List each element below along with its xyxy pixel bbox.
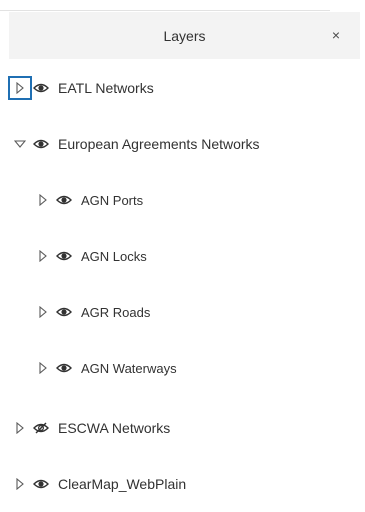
eye-icon (33, 479, 49, 489)
eye-icon (33, 139, 49, 149)
layer-label: AGN Locks (81, 248, 147, 264)
eye-off-icon (33, 422, 49, 434)
caret-down-icon (14, 140, 26, 148)
layer-label: AGR Roads (81, 304, 151, 320)
caret-right-icon (39, 250, 47, 262)
visibility-toggle[interactable] (33, 82, 49, 94)
visibility-toggle[interactable] (33, 138, 49, 150)
close-icon: × (331, 27, 341, 43)
layer-item-agn-locks[interactable]: AGN Locks (36, 244, 147, 268)
caret-right-icon (39, 306, 47, 318)
layer-item-agn-waterways[interactable]: AGN Waterways (36, 356, 177, 380)
expand-toggle[interactable] (36, 305, 50, 319)
layers-panel-header: Layers × (9, 12, 360, 59)
caret-right-icon (39, 194, 47, 206)
expand-toggle[interactable] (13, 421, 27, 435)
layer-label: AGN Waterways (81, 360, 177, 376)
expand-toggle[interactable] (36, 193, 50, 207)
layer-item-agn-ports[interactable]: AGN Ports (36, 188, 143, 212)
layer-label: AGN Ports (81, 192, 144, 208)
visibility-toggle[interactable] (56, 250, 72, 262)
eye-icon (56, 363, 72, 373)
layer-label: ClearMap_WebPlain (58, 476, 187, 492)
eye-icon (56, 195, 72, 205)
caret-right-icon (16, 478, 24, 490)
caret-right-icon (16, 422, 24, 434)
expand-toggle[interactable] (36, 249, 50, 263)
expand-toggle[interactable] (13, 477, 27, 491)
layer-item-agr-roads[interactable]: AGR Roads (36, 300, 150, 324)
top-strip (0, 0, 365, 10)
caret-right-icon (39, 362, 47, 374)
visibility-toggle[interactable] (33, 478, 49, 490)
top-divider (0, 10, 330, 11)
layer-item-escwa-networks[interactable]: ESCWA Networks (13, 416, 170, 440)
eye-icon (56, 251, 72, 261)
layer-label: EATL Networks (58, 80, 154, 96)
visibility-toggle[interactable] (56, 194, 72, 206)
caret-right-icon (16, 82, 24, 94)
panel-title: Layers (163, 27, 206, 44)
layer-item-european-agreements-networks[interactable]: European Agreements Networks (13, 132, 260, 156)
visibility-toggle[interactable] (56, 362, 72, 374)
layer-item-clearmap-webplain[interactable]: ClearMap_WebPlain (13, 472, 186, 496)
close-button[interactable]: × (326, 25, 346, 45)
eye-icon (33, 83, 49, 93)
visibility-toggle[interactable] (33, 422, 49, 434)
expand-toggle[interactable] (36, 361, 50, 375)
layer-label: ESCWA Networks (58, 420, 171, 436)
expand-toggle[interactable] (13, 137, 27, 151)
layer-label: European Agreements Networks (58, 136, 260, 152)
eye-icon (56, 307, 72, 317)
expand-toggle[interactable] (8, 76, 32, 100)
visibility-toggle[interactable] (56, 306, 72, 318)
layer-item-eatl-networks[interactable]: EATL Networks (8, 76, 154, 100)
